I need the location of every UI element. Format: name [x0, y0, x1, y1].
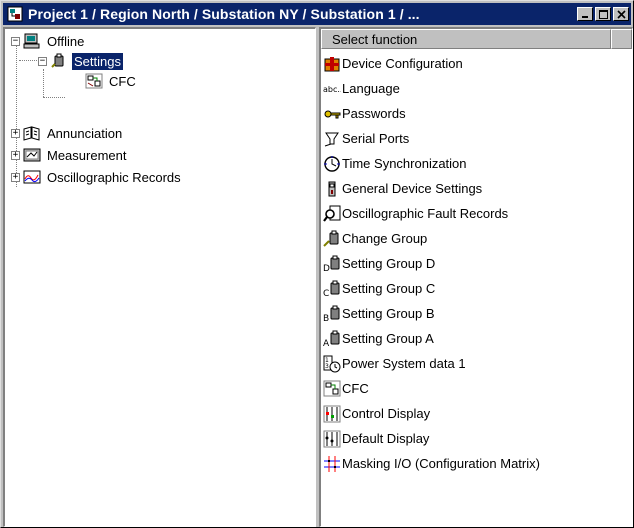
control-display-icon — [323, 405, 341, 423]
settings-icon — [50, 53, 68, 69]
tree-label: Offline — [47, 33, 85, 49]
minimize-button[interactable] — [577, 7, 593, 21]
function-item-device-configuration[interactable]: Device Configuration — [323, 51, 628, 76]
function-label: Control Display — [342, 406, 431, 421]
close-button[interactable] — [613, 7, 629, 21]
magnifier-icon — [323, 205, 341, 223]
function-item-passwords[interactable]: Passwords — [323, 101, 628, 126]
window-title: Project 1 / Region North / Substation NY… — [28, 6, 420, 22]
function-label: Language — [342, 81, 400, 96]
setting-group-d-icon: D — [323, 255, 341, 273]
key-icon — [323, 105, 341, 123]
device-icon — [323, 180, 341, 198]
function-label: Setting Group B — [342, 306, 435, 321]
svg-text:D: D — [323, 264, 330, 273]
tree-connector — [19, 60, 37, 61]
tree-item-settings[interactable]: − Settings — [38, 51, 124, 71]
column-header[interactable]: Select function — [321, 29, 611, 49]
expand-toggle[interactable]: + — [11, 150, 20, 160]
function-item-serial-ports[interactable]: Serial Ports — [323, 126, 628, 151]
function-item-setting-group-a[interactable]: A Setting Group A — [323, 326, 628, 351]
svg-text:A: A — [323, 339, 330, 348]
function-item-oscillographic-fault-records[interactable]: Oscillographic Fault Records — [323, 201, 628, 226]
function-label: Serial Ports — [342, 131, 410, 146]
oscillographic-records-icon — [23, 169, 41, 185]
collapse-toggle[interactable]: − — [11, 36, 20, 46]
maximize-button[interactable] — [595, 7, 611, 21]
function-item-change-group[interactable]: Change Group — [323, 226, 628, 251]
tree-connector — [16, 43, 17, 187]
language-icon: abc.. — [323, 80, 341, 98]
svg-text:3: 3 — [325, 363, 329, 370]
tree-connector — [43, 97, 65, 98]
function-label: Power System data 1 — [342, 356, 466, 371]
function-label: Setting Group A — [342, 331, 434, 346]
clock-icon — [323, 155, 341, 173]
svg-text:B: B — [323, 314, 329, 323]
function-item-cfc[interactable]: CFC — [323, 376, 628, 401]
function-item-language[interactable]: abc.. Language — [323, 76, 628, 101]
project-icon[interactable] — [6, 5, 24, 23]
tree-item-cfc[interactable]: CFC — [85, 71, 138, 91]
function-item-general-device-settings[interactable]: General Device Settings — [323, 176, 628, 201]
function-label: Time Synchronization — [342, 156, 467, 171]
column-header-filler — [611, 29, 632, 49]
svg-text:abc..: abc.. — [323, 85, 341, 94]
function-label: Default Display — [342, 431, 430, 446]
function-pane[interactable]: Select function Device Configuration abc… — [319, 27, 633, 527]
function-label: Oscillographic Fault Records — [342, 206, 509, 221]
device-configuration-icon — [323, 55, 341, 73]
function-label: Masking I/O (Configuration Matrix) — [342, 456, 540, 471]
function-item-setting-group-b[interactable]: B Setting Group B — [323, 301, 628, 326]
function-list: Device Configuration abc.. Language Pass… — [323, 51, 628, 476]
tree-label: Measurement — [47, 147, 127, 163]
computer-icon — [23, 33, 41, 49]
tree-connector — [43, 69, 44, 97]
setting-group-a-icon: A — [323, 330, 341, 348]
expand-toggle[interactable]: + — [11, 128, 20, 138]
measurement-icon — [23, 147, 41, 163]
change-group-icon — [323, 230, 341, 248]
function-item-power-system-data-1[interactable]: 13 Power System data 1 — [323, 351, 628, 376]
expand-toggle[interactable]: + — [11, 172, 20, 182]
tree-label: Annunciation — [47, 125, 123, 141]
tree-item-annunciation[interactable]: + Annunciation — [11, 123, 124, 143]
tree-label: Oscillographic Records — [47, 169, 181, 185]
serial-port-icon — [323, 130, 341, 148]
tree-item-oscillographic-records[interactable]: + Oscillographic Records — [11, 167, 183, 187]
tree-item-offline[interactable]: − Offline — [11, 31, 86, 51]
function-label: CFC — [342, 381, 369, 396]
tree-label: CFC — [109, 73, 136, 89]
cfc-icon — [323, 380, 341, 398]
function-item-default-display[interactable]: Default Display — [323, 426, 628, 451]
tree-label: Settings — [71, 51, 124, 71]
function-label: Setting Group D — [342, 256, 436, 271]
setting-group-c-icon: C — [323, 280, 341, 298]
column-header-label: Select function — [332, 31, 418, 47]
cfc-icon — [85, 73, 103, 89]
function-label: General Device Settings — [342, 181, 483, 196]
function-label: Passwords — [342, 106, 406, 121]
setting-group-b-icon: B — [323, 305, 341, 323]
tree-pane[interactable]: − Offline − Settings CFC + Annunciation … — [3, 27, 316, 527]
function-item-masking-io[interactable]: Masking I/O (Configuration Matrix) — [323, 451, 628, 476]
function-item-setting-group-c[interactable]: C Setting Group C — [323, 276, 628, 301]
collapse-toggle[interactable]: − — [38, 56, 47, 66]
function-label: Device Configuration — [342, 56, 463, 71]
function-label: Change Group — [342, 231, 428, 246]
tree-item-measurement[interactable]: + Measurement — [11, 145, 128, 165]
function-item-setting-group-d[interactable]: D Setting Group D — [323, 251, 628, 276]
title-bar[interactable]: Project 1 / Region North / Substation NY… — [3, 3, 631, 25]
app-window: Project 1 / Region North / Substation NY… — [0, 0, 634, 528]
annunciation-icon — [23, 125, 41, 141]
svg-text:C: C — [323, 289, 329, 298]
power-system-icon: 13 — [323, 355, 341, 373]
default-display-icon — [323, 430, 341, 448]
function-label: Setting Group C — [342, 281, 436, 296]
function-item-control-display[interactable]: Control Display — [323, 401, 628, 426]
function-item-time-synchronization[interactable]: Time Synchronization — [323, 151, 628, 176]
matrix-icon — [323, 455, 341, 473]
